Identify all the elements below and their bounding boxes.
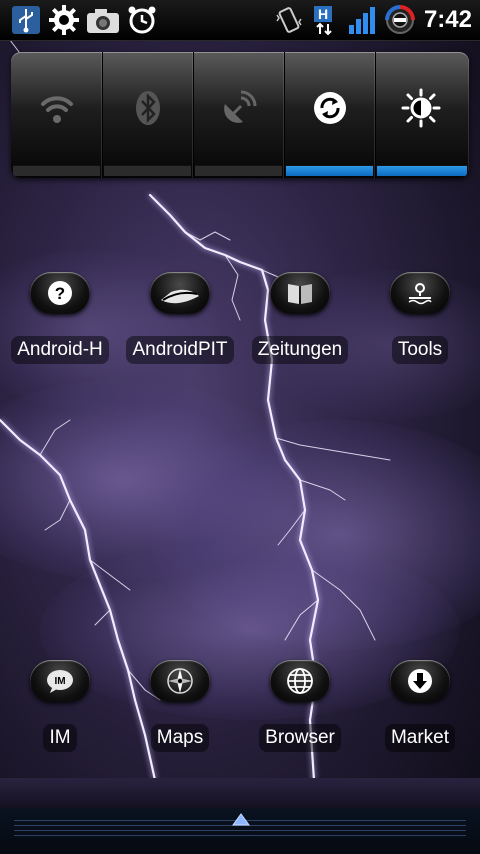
download-icon xyxy=(390,660,450,702)
help-icon: ? xyxy=(30,272,90,314)
status-clock: 7:42 xyxy=(423,6,472,33)
globe-icon xyxy=(270,660,330,702)
quick-settings-widget xyxy=(11,52,469,178)
app-im[interactable]: IM IM xyxy=(0,660,120,770)
vibrate-icon xyxy=(272,4,306,36)
tools-icon xyxy=(390,272,450,314)
app-market[interactable]: Market xyxy=(360,660,480,770)
toggle-indicator xyxy=(104,165,191,176)
app-label: IM xyxy=(43,724,77,752)
network-h-data-icon: H xyxy=(310,4,344,36)
app-label: Market xyxy=(384,724,456,752)
home-screen: H 7:42 ? Android-H AndroidPIT Zeitungen … xyxy=(0,0,480,854)
app-label: AndroidPIT xyxy=(126,336,234,364)
app-label: Tools xyxy=(391,336,449,364)
usb-icon xyxy=(8,4,44,36)
app-maps[interactable]: Maps xyxy=(120,660,240,770)
toggle-brightness[interactable] xyxy=(375,52,469,178)
svg-text:IM: IM xyxy=(54,676,65,687)
brightness-icon xyxy=(399,86,443,130)
toggle-indicator xyxy=(195,165,282,176)
app-label: Android-H xyxy=(11,336,109,364)
app-label: Browser xyxy=(259,724,341,752)
compass-icon xyxy=(150,660,210,702)
app-zeitungen[interactable]: Zeitungen xyxy=(240,272,360,382)
settings-icon xyxy=(46,4,82,36)
signal-icon xyxy=(346,4,380,36)
status-bar[interactable]: H 7:42 xyxy=(0,0,480,41)
toggle-gps[interactable] xyxy=(193,52,285,178)
wifi-icon xyxy=(35,86,79,130)
status-ring-icon xyxy=(382,4,418,36)
app-androidpit[interactable]: AndroidPIT xyxy=(120,272,240,382)
camera-icon xyxy=(84,4,122,36)
toggle-bluetooth[interactable] xyxy=(102,52,194,178)
app-tools[interactable]: Tools xyxy=(360,272,480,382)
im-icon: IM xyxy=(30,660,90,702)
app-label: Maps xyxy=(150,724,210,752)
svg-text:H: H xyxy=(318,6,328,22)
drawer-open-arrow-icon[interactable] xyxy=(232,812,250,826)
sync-icon xyxy=(308,86,352,130)
water-horizon xyxy=(0,778,480,808)
app-label: Zeitungen xyxy=(251,336,349,364)
toggle-wifi[interactable] xyxy=(11,52,103,178)
app-browser[interactable]: Browser xyxy=(240,660,360,770)
toggle-sync[interactable] xyxy=(284,52,376,178)
toggle-indicator xyxy=(286,165,373,176)
app-android-help[interactable]: ? Android-H xyxy=(0,272,120,382)
svg-text:?: ? xyxy=(55,284,65,303)
bluetooth-icon xyxy=(126,86,170,130)
androidpit-icon xyxy=(150,272,210,314)
newspaper-icon xyxy=(270,272,330,314)
toggle-indicator xyxy=(13,165,100,176)
alarm-clock-icon xyxy=(126,4,158,36)
gps-icon xyxy=(217,86,261,130)
toggle-indicator xyxy=(377,165,467,176)
